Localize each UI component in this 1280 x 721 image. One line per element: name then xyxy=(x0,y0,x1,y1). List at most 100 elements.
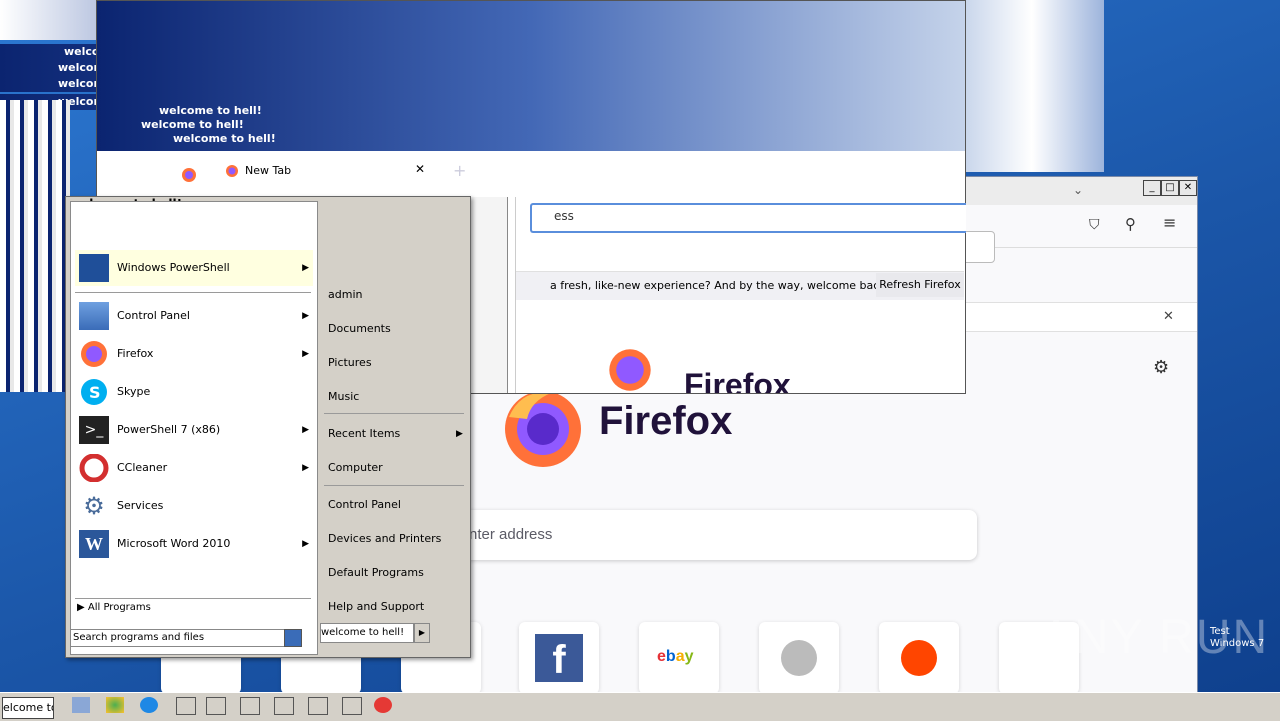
place-label: Default Programs xyxy=(328,566,424,579)
window-thumb-icon[interactable] xyxy=(342,697,362,715)
submenu-arrow-icon: ▶ xyxy=(456,429,463,439)
shortcut-facebook[interactable]: f xyxy=(519,622,599,694)
window-thumb-icon[interactable] xyxy=(308,697,328,715)
window-thumb-icon[interactable] xyxy=(274,697,294,715)
start-item-label: Services xyxy=(117,499,164,512)
search-input[interactable]: Search programs and files xyxy=(70,629,286,647)
submenu-arrow-icon: ▶ xyxy=(302,311,309,321)
place-label: Control Panel xyxy=(328,498,401,511)
start-menu-places: admin Documents Pictures Music Recent It… xyxy=(320,201,466,653)
start-place-computer[interactable]: Computer xyxy=(328,458,383,478)
powershell7-icon: >_ xyxy=(79,416,109,444)
wikipedia-icon xyxy=(781,640,817,676)
tray-line: Test xyxy=(1210,626,1230,637)
word-icon: W xyxy=(79,530,109,558)
window-thumb-icon[interactable] xyxy=(176,697,196,715)
skype-icon: S xyxy=(81,379,107,405)
start-place-music[interactable]: Music xyxy=(328,387,359,407)
pocket-icon[interactable]: ⛉ xyxy=(1089,217,1100,233)
tab-title: New Tab xyxy=(245,164,292,177)
powershell-icon xyxy=(79,254,109,282)
tray-line: Windows 7 xyxy=(1210,638,1265,649)
ebay-icon: ebay xyxy=(657,648,694,665)
start-place-control-panel[interactable]: Control Panel xyxy=(328,495,401,515)
search-box[interactable]: nter address xyxy=(441,510,977,560)
all-programs-link[interactable]: ▶ All Programs xyxy=(77,602,151,613)
gear-icon[interactable]: ⚙ xyxy=(1153,357,1169,378)
start-place-documents[interactable]: Documents xyxy=(328,319,391,339)
start-item-ccleaner[interactable]: CCleaner ▶ xyxy=(75,450,313,486)
close-icon[interactable]: ✕ xyxy=(1163,309,1174,324)
extensions-icon[interactable]: ⚲ xyxy=(1125,215,1136,233)
place-label: Computer xyxy=(328,461,383,474)
window-thumb-icon[interactable] xyxy=(206,697,226,715)
start-item-microsoft-word[interactable]: W Microsoft Word 2010 ▶ xyxy=(75,526,313,562)
edge-icon[interactable] xyxy=(140,697,158,713)
firefox-icon xyxy=(226,165,238,177)
start-menu-programs: Windows PowerShell ▶ Control Panel ▶ Fir… xyxy=(70,201,318,655)
start-item-windows-powershell[interactable]: Windows PowerShell ▶ xyxy=(75,250,313,286)
start-item-label: Microsoft Word 2010 xyxy=(117,537,231,550)
search-icon[interactable] xyxy=(284,629,302,647)
place-label: Devices and Printers xyxy=(328,532,442,545)
taskbar: elcome to xyxy=(0,692,1280,721)
start-item-powershell7[interactable]: >_ PowerShell 7 (x86) ▶ xyxy=(75,412,313,448)
desktop-version-text: Test Windows 7 xyxy=(1210,626,1280,650)
separator xyxy=(75,292,311,293)
chrome-icon[interactable] xyxy=(106,697,124,713)
arrow-right-icon: ▶ xyxy=(77,602,88,613)
place-label: Help and Support xyxy=(328,600,425,613)
start-item-label: PowerShell 7 (x86) xyxy=(117,423,221,436)
start-item-control-panel[interactable]: Control Panel ▶ xyxy=(75,298,313,334)
shortcut-wikipedia[interactable] xyxy=(759,622,839,694)
shutdown-options-arrow-icon[interactable]: ▶ xyxy=(414,623,430,643)
window-thumb-icon[interactable] xyxy=(240,697,260,715)
shutdown-button[interactable]: welcome to hell! xyxy=(320,623,414,643)
firefox-icon xyxy=(81,341,107,367)
taskbar-task-button[interactable]: elcome to xyxy=(2,697,54,719)
start-place-recent-items[interactable]: Recent Items ▶ xyxy=(328,424,463,444)
start-item-firefox[interactable]: Firefox ▶ xyxy=(75,336,313,372)
start-place-default-programs[interactable]: Default Programs xyxy=(328,563,424,583)
start-item-label: Windows PowerShell xyxy=(117,261,230,274)
separator xyxy=(324,485,464,486)
refresh-firefox-button[interactable]: Refresh Firefox xyxy=(876,273,964,297)
glitch-trail: welcome to hell! xyxy=(173,132,276,145)
shortcut-ebay[interactable]: ebay xyxy=(639,622,719,694)
tab-close-icon[interactable]: ✕ xyxy=(415,162,425,176)
search-placeholder: nter address xyxy=(469,526,553,543)
svg-text:S: S xyxy=(89,383,101,402)
start-menu: welcome to hell! welcome to hell! Window… xyxy=(65,196,471,658)
services-icon: ⚙ xyxy=(83,492,105,520)
menu-icon[interactable]: ≡ xyxy=(1163,213,1176,232)
reddit-icon xyxy=(901,640,937,676)
maximize-button[interactable]: □ xyxy=(1161,180,1179,196)
place-label: Pictures xyxy=(328,356,372,369)
url-text: ess xyxy=(554,209,574,223)
shortcut-reddit[interactable] xyxy=(879,622,959,694)
start-place-devices-printers[interactable]: Devices and Printers xyxy=(328,529,441,549)
start-item-services[interactable]: ⚙ Services xyxy=(75,488,313,524)
app-icon[interactable] xyxy=(374,697,392,713)
start-place-admin[interactable]: admin xyxy=(328,285,362,305)
explorer-icon[interactable] xyxy=(72,697,90,713)
start-place-pictures[interactable]: Pictures xyxy=(328,353,372,373)
place-label: admin xyxy=(328,288,363,301)
start-place-help-support[interactable]: Help and Support xyxy=(328,597,424,617)
tab-new-tab[interactable]: New Tab ✕ xyxy=(215,155,435,187)
submenu-arrow-icon: ▶ xyxy=(302,463,309,473)
chevron-down-icon[interactable]: ⌄ xyxy=(1073,183,1083,197)
place-label: Music xyxy=(328,390,360,403)
submenu-arrow-icon: ▶ xyxy=(302,425,309,435)
page-content: ess a fresh, like-new experience? And by… xyxy=(515,197,966,393)
separator xyxy=(324,413,464,414)
submenu-arrow-icon: ▶ xyxy=(302,349,309,359)
firefox-wordmark: Firefox xyxy=(684,367,791,393)
new-tab-button[interactable]: + xyxy=(453,161,466,180)
start-item-skype[interactable]: S Skype xyxy=(75,374,313,410)
close-button[interactable]: ✕ xyxy=(1179,180,1197,196)
start-item-label: Skype xyxy=(117,385,151,398)
facebook-icon: f xyxy=(535,634,583,682)
url-bar[interactable]: ess xyxy=(530,203,966,233)
minimize-button[interactable]: _ xyxy=(1143,180,1161,196)
